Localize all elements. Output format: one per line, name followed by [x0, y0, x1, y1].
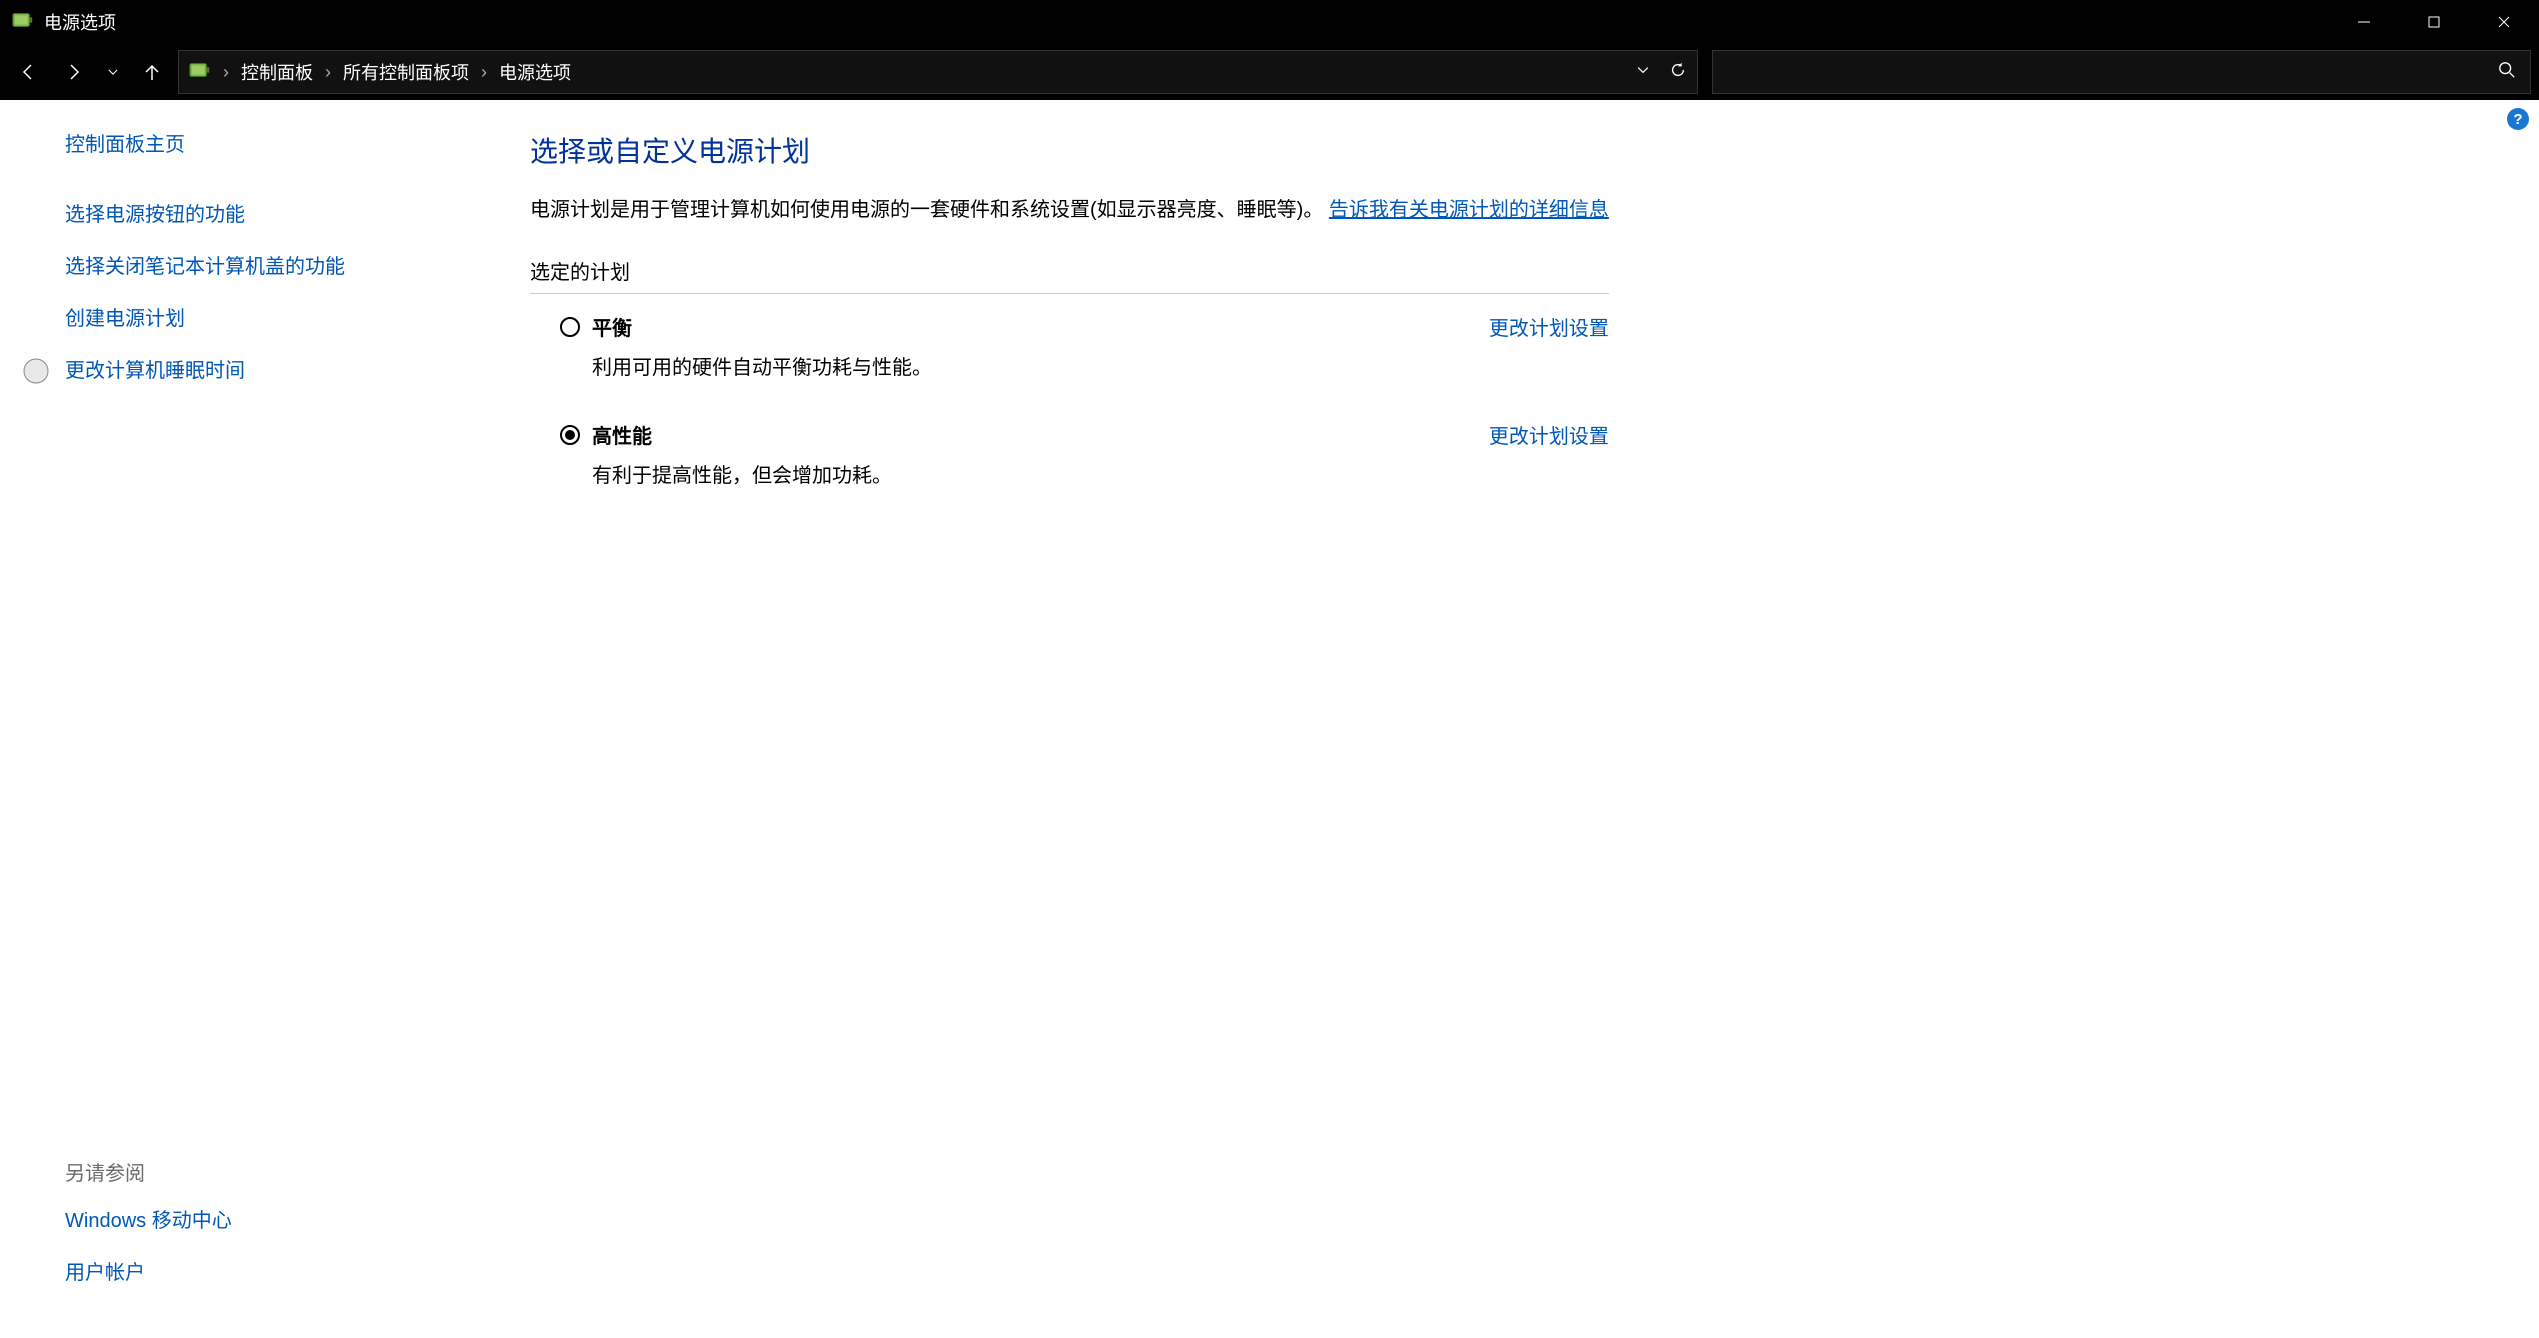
breadcrumb-item[interactable]: 控制面板	[241, 59, 313, 85]
plan-description: 利用可用的硬件自动平衡功耗与性能。	[592, 351, 1489, 380]
sidebar-link-power-button[interactable]: 选择电源按钮的功能	[65, 200, 425, 230]
section-divider	[530, 293, 1609, 294]
plan-name[interactable]: 平衡	[592, 312, 632, 341]
titlebar: 电源选项	[0, 0, 2539, 44]
plan-name[interactable]: 高性能	[592, 420, 652, 449]
search-box[interactable]	[1712, 50, 2531, 94]
search-icon	[2498, 61, 2516, 83]
chevron-right-icon: ›	[219, 62, 233, 83]
breadcrumb[interactable]: › 控制面板 › 所有控制面板项 › 电源选项	[178, 50, 1698, 94]
sidebar-see-also: 另请参阅 Windows 移动中心 用户帐户	[65, 1157, 470, 1308]
window-title: 电源选项	[44, 9, 116, 35]
main-content: 选择或自定义电源计划 电源计划是用于管理计算机如何使用电源的一套硬件和系统设置(…	[490, 100, 1649, 1338]
change-plan-settings-link[interactable]: 更改计划设置	[1489, 420, 1609, 449]
plan-description: 有利于提高性能，但会增加功耗。	[592, 459, 1489, 488]
recent-dropdown[interactable]	[100, 52, 126, 92]
learn-more-link[interactable]: 告诉我有关电源计划的详细信息	[1329, 199, 1609, 221]
radio-high-performance[interactable]	[560, 425, 580, 445]
page-description: 电源计划是用于管理计算机如何使用电源的一套硬件和系统设置(如显示器亮度、睡眠等)…	[530, 194, 1609, 226]
titlebar-left: 电源选项	[12, 9, 116, 35]
up-button[interactable]	[132, 52, 172, 92]
see-also-label: 另请参阅	[65, 1157, 470, 1186]
desc-text: 电源计划是用于管理计算机如何使用电源的一套硬件和系统设置(如显示器亮度、睡眠等)…	[530, 199, 1323, 221]
breadcrumb-item[interactable]: 电源选项	[499, 59, 571, 85]
page-title: 选择或自定义电源计划	[530, 130, 1609, 170]
battery-icon	[12, 12, 34, 32]
sidebar: 控制面板主页 选择电源按钮的功能 选择关闭笔记本计算机盖的功能 创建电源计划 更…	[0, 100, 490, 1338]
help-icon[interactable]: ?	[2507, 108, 2529, 130]
sidebar-link-label: 更改计算机睡眠时间	[65, 360, 245, 382]
close-button[interactable]	[2469, 0, 2539, 44]
content-area: ? 控制面板主页 选择电源按钮的功能 选择关闭笔记本计算机盖的功能 创建电源计划…	[0, 100, 2539, 1338]
chevron-right-icon: ›	[477, 62, 491, 83]
sidebar-link-lid-close[interactable]: 选择关闭笔记本计算机盖的功能	[65, 252, 425, 282]
sidebar-link-create-plan[interactable]: 创建电源计划	[65, 304, 425, 334]
sidebar-link-sleep-time[interactable]: 更改计算机睡眠时间	[65, 356, 425, 386]
forward-button[interactable]	[54, 52, 94, 92]
window-controls	[2329, 0, 2539, 44]
moon-icon	[23, 358, 49, 384]
power-plan-balanced: 平衡 利用可用的硬件自动平衡功耗与性能。 更改计划设置	[530, 312, 1609, 380]
see-also-user-accounts[interactable]: 用户帐户	[65, 1258, 425, 1288]
control-panel-home-link[interactable]: 控制面板主页	[65, 130, 425, 160]
back-button[interactable]	[8, 52, 48, 92]
radio-balanced[interactable]	[560, 317, 580, 337]
change-plan-settings-link[interactable]: 更改计划设置	[1489, 312, 1609, 341]
minimize-button[interactable]	[2329, 0, 2399, 44]
breadcrumb-item[interactable]: 所有控制面板项	[343, 59, 469, 85]
section-label: 选定的计划	[530, 256, 1609, 285]
see-also-mobility-center[interactable]: Windows 移动中心	[65, 1206, 425, 1236]
address-bar: › 控制面板 › 所有控制面板项 › 电源选项	[0, 44, 2539, 100]
chevron-down-icon[interactable]	[1635, 62, 1651, 83]
maximize-button[interactable]	[2399, 0, 2469, 44]
refresh-button[interactable]	[1669, 61, 1687, 84]
power-plan-high-performance: 高性能 有利于提高性能，但会增加功耗。 更改计划设置	[530, 420, 1609, 488]
battery-icon	[189, 62, 211, 83]
chevron-right-icon: ›	[321, 62, 335, 83]
